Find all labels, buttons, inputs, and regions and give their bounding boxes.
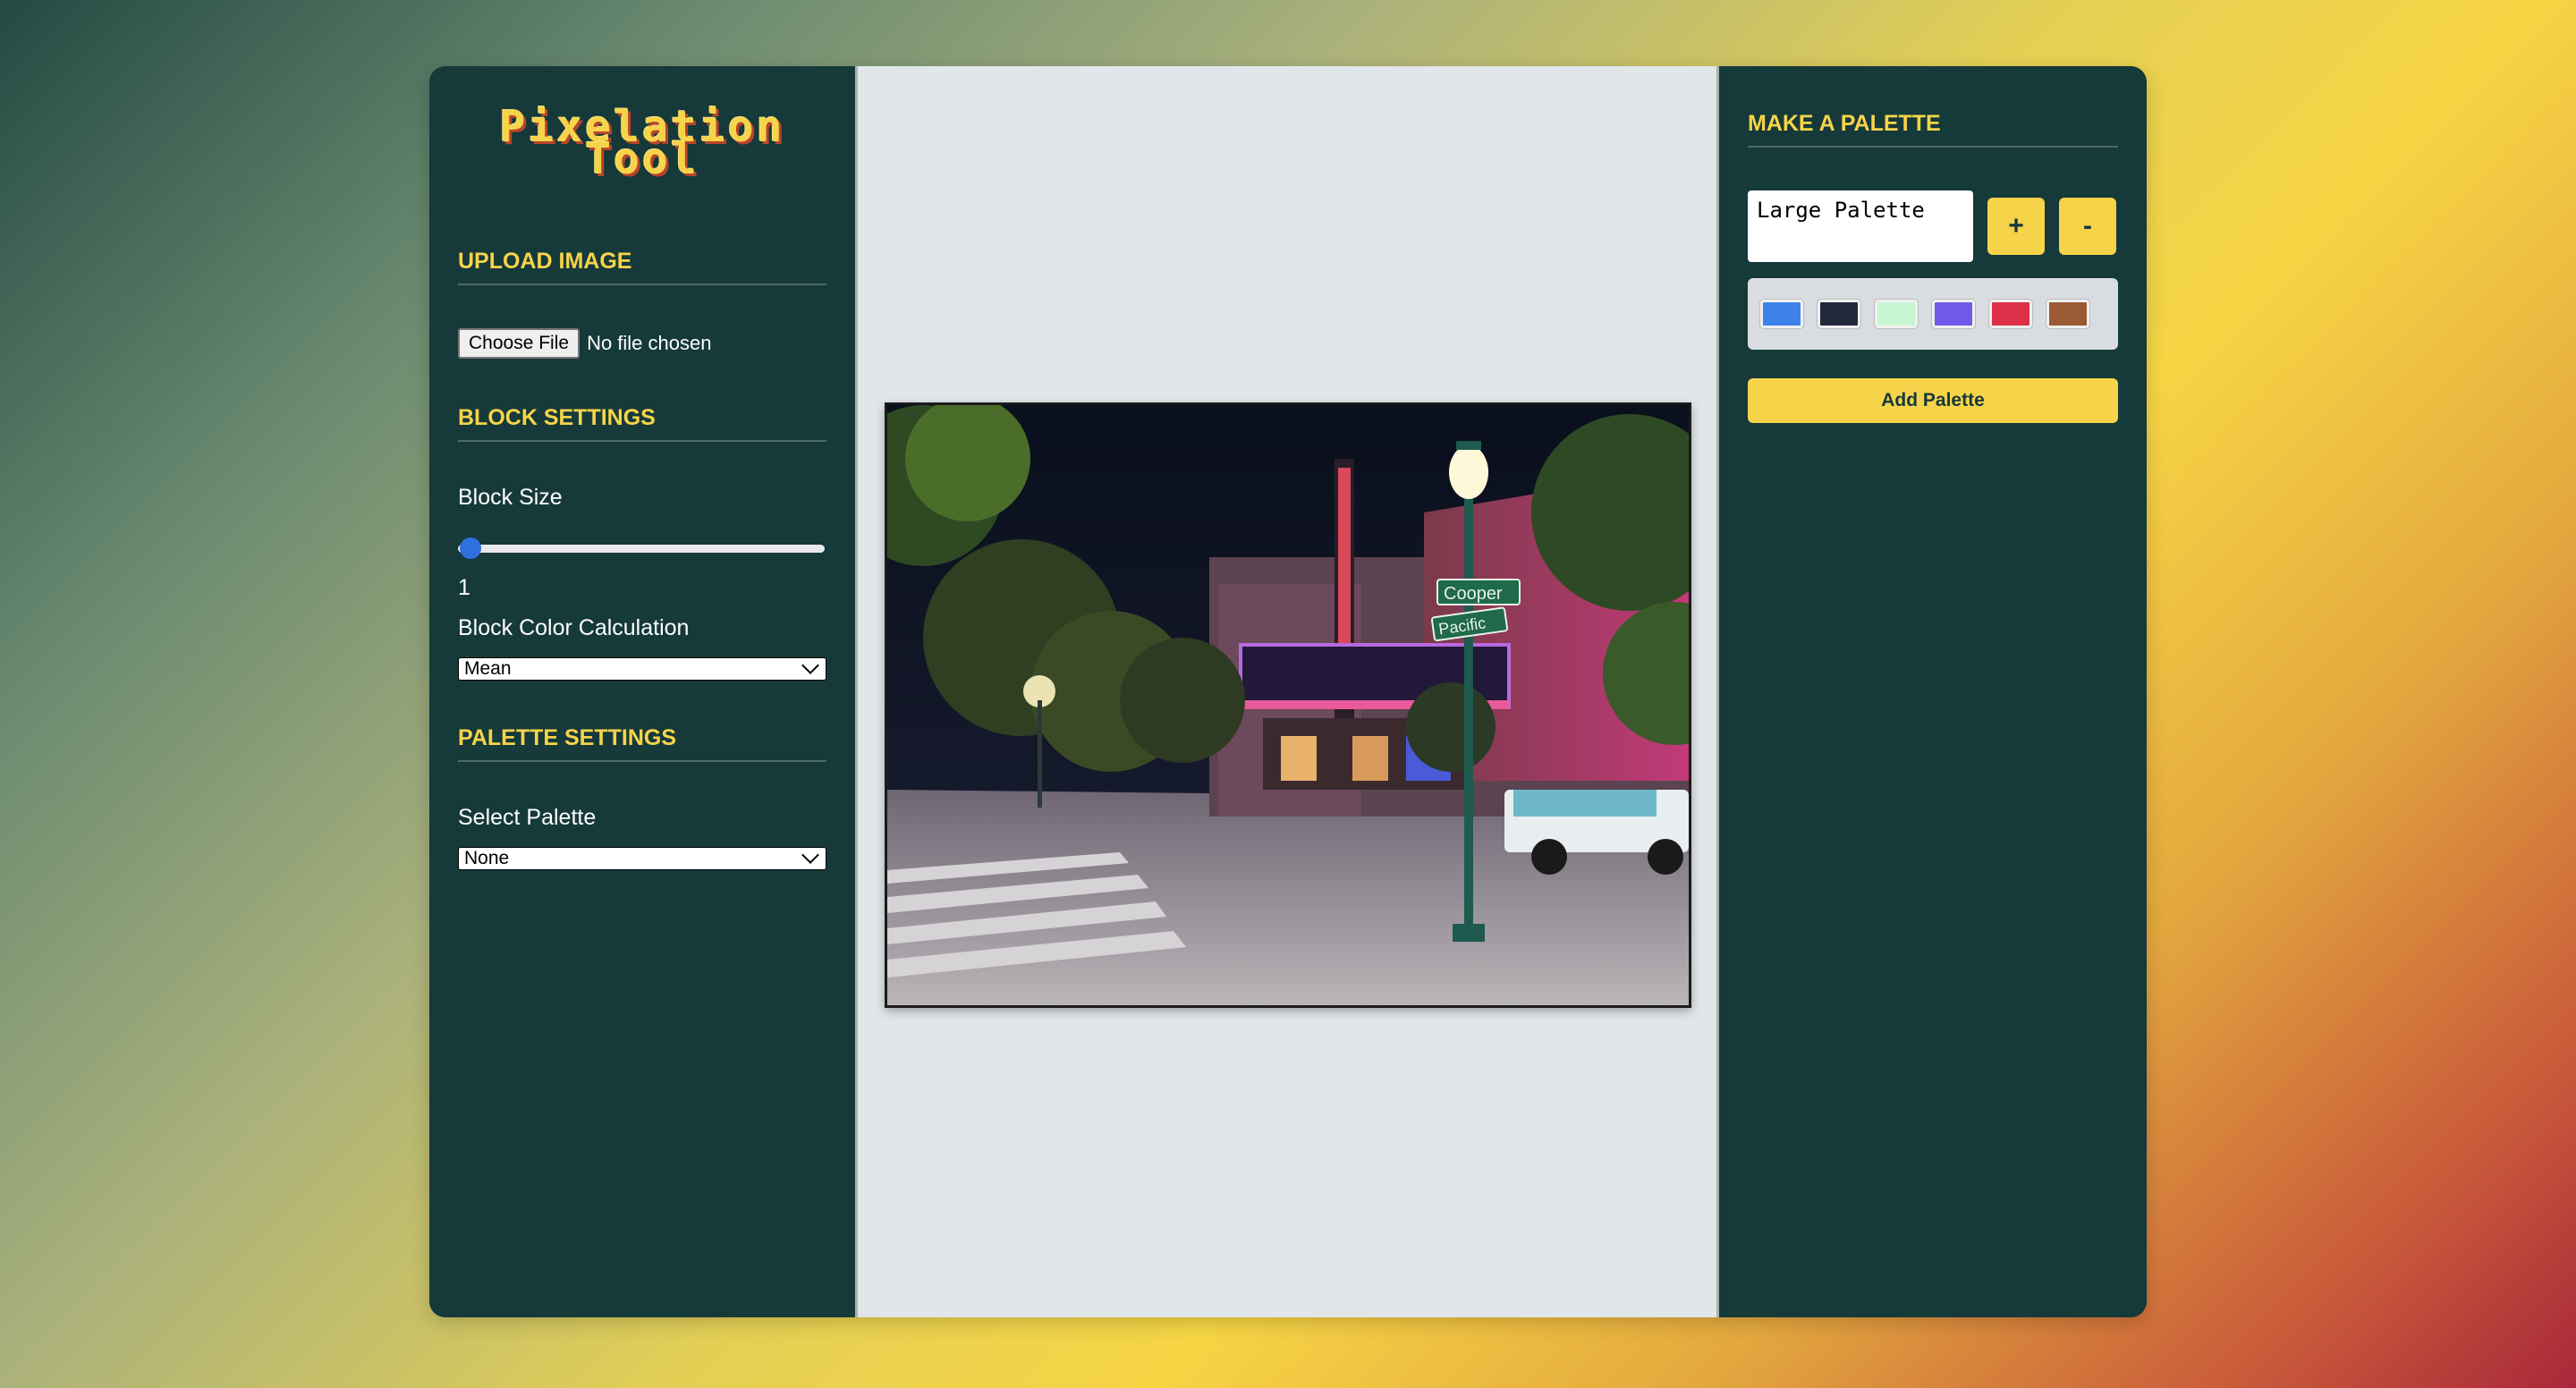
file-input[interactable]: Choose File No file chosen <box>458 328 826 359</box>
block-size-slider[interactable] <box>458 536 826 561</box>
block-color-calc-select[interactable]: Mean <box>458 656 826 681</box>
color-swatch-3[interactable] <box>1874 299 1919 329</box>
file-status: No file chosen <box>587 332 712 354</box>
color-swatch-4[interactable] <box>1931 299 1976 329</box>
upload-heading: UPLOAD IMAGE <box>458 249 826 285</box>
add-palette-button[interactable]: Add Palette <box>1748 378 2118 423</box>
block-settings-heading: BLOCK SETTINGS <box>458 405 826 442</box>
choose-file-button[interactable]: Choose File <box>458 328 580 359</box>
street-photo: Cooper Pacific <box>887 405 1689 1005</box>
slider-thumb[interactable] <box>460 537 481 559</box>
block-color-calc-value: Mean <box>464 658 512 679</box>
select-palette-label: Select Palette <box>458 805 597 830</box>
select-palette-value: None <box>464 848 510 868</box>
left-sidebar: Pixelation Tool UPLOAD IMAGE Choose File… <box>429 66 855 1317</box>
palette-settings-heading: PALETTE SETTINGS <box>458 725 826 762</box>
image-preview: Cooper Pacific <box>885 402 1691 1008</box>
app-logo: Pixelation Tool <box>458 106 826 181</box>
app-window: Pixelation Tool UPLOAD IMAGE Choose File… <box>429 66 2147 1317</box>
chevron-down-icon <box>801 656 819 674</box>
palette-name-input[interactable]: Large Palette <box>1748 190 1973 262</box>
right-panel: MAKE A PALETTE Large Palette + - Add Pal… <box>1719 66 2147 1317</box>
select-palette-dropdown[interactable]: None <box>458 846 826 870</box>
color-swatch-6[interactable] <box>2046 299 2090 329</box>
add-color-button[interactable]: + <box>1987 198 2045 255</box>
sign-cooper: Cooper <box>1444 584 1503 604</box>
palette-swatches <box>1748 278 2118 350</box>
remove-color-button[interactable]: - <box>2059 198 2116 255</box>
color-swatch-2[interactable] <box>1817 299 1861 329</box>
canvas-area: Cooper Pacific <box>855 66 1719 1317</box>
block-size-label: Block Size <box>458 485 563 510</box>
block-color-calc-label: Block Color Calculation <box>458 615 690 640</box>
slider-track <box>458 545 825 553</box>
block-size-value: 1 <box>458 575 470 600</box>
make-palette-heading: MAKE A PALETTE <box>1748 111 2118 148</box>
chevron-down-icon <box>801 846 819 864</box>
color-swatch-1[interactable] <box>1759 299 1804 329</box>
color-swatch-5[interactable] <box>1988 299 2033 329</box>
